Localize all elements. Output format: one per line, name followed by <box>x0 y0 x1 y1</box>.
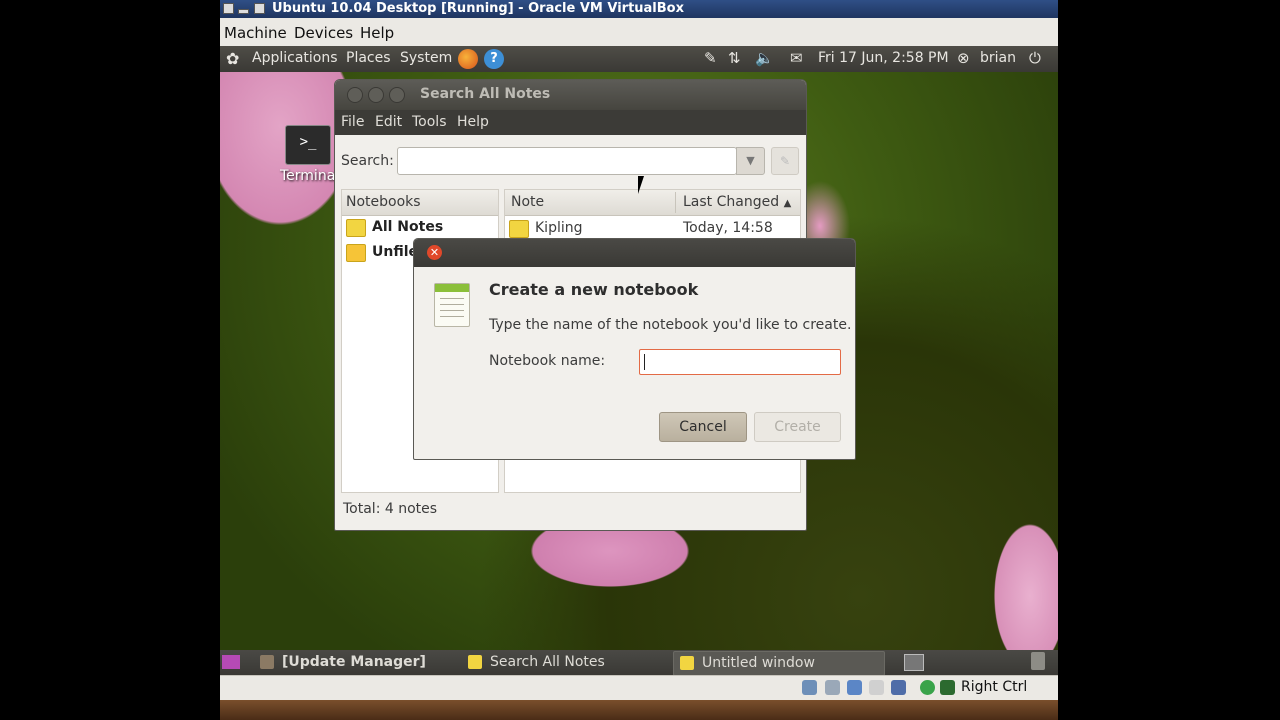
task-update-manager[interactable]: [Update Manager] <box>254 651 454 674</box>
notebook-name-label: Notebook name: <box>489 353 606 369</box>
network-icon[interactable]: ⇅ <box>728 49 741 67</box>
window-close-icon[interactable] <box>347 87 363 103</box>
vbox-menu-bar: Machine Devices Help <box>220 18 1058 47</box>
vbox-menu-devices[interactable]: Devices <box>294 24 353 42</box>
terminal-icon[interactable]: >_ <box>285 125 331 165</box>
trash-icon[interactable] <box>1031 652 1045 670</box>
task-label: [Update Manager] <box>282 654 426 670</box>
note-icon <box>509 220 529 238</box>
note-last-changed: Today, 14:58 <box>683 220 773 236</box>
help-icon[interactable]: ? <box>484 49 504 69</box>
show-desktop-icon[interactable] <box>222 655 240 669</box>
window-minimize-icon[interactable] <box>368 87 384 103</box>
top-panel: ✿ Applications Places System ? ✎ ⇅ 🔈 ✉ F… <box>220 46 1058 72</box>
usb-icon[interactable] <box>869 680 884 695</box>
window-title: Search All Notes <box>420 86 551 102</box>
notebook-icon <box>434 283 470 327</box>
menu-file[interactable]: File <box>341 114 364 130</box>
vbox-maximize-icon[interactable] <box>254 3 265 14</box>
menu-system[interactable]: System <box>400 50 452 66</box>
task-label: Search All Notes <box>490 654 605 670</box>
sort-ascending-icon: ▲ <box>783 198 792 209</box>
shared-folders-icon[interactable] <box>891 680 906 695</box>
user-name[interactable]: brian <box>980 50 1016 66</box>
menu-tools[interactable]: Tools <box>412 114 447 130</box>
vbox-title: Ubuntu 10.04 Desktop [Running] - Oracle … <box>272 1 684 16</box>
host-key-label: Right Ctrl <box>961 679 1028 695</box>
vbox-minimize-icon[interactable] <box>238 9 249 14</box>
status-icon[interactable]: ⊗ <box>957 49 970 67</box>
chevron-down-icon[interactable]: ▼ <box>736 147 765 175</box>
menu-applications[interactable]: Applications <box>252 50 338 66</box>
power-icon[interactable]: ⏻ <box>1029 49 1041 67</box>
optical-drive-icon[interactable] <box>825 680 840 695</box>
terminal-label[interactable]: Termina <box>280 168 335 184</box>
create-notebook-dialog: ✕ Create a new notebook Type the name of… <box>413 238 856 460</box>
ubuntu-logo-icon[interactable]: ✿ <box>226 49 239 68</box>
unfiled-notes-icon <box>346 244 366 262</box>
vbox-title-bar: Ubuntu 10.04 Desktop [Running] - Oracle … <box>220 0 1058 18</box>
column-separator <box>675 192 676 213</box>
keyboard-capture-icon[interactable] <box>940 680 955 695</box>
notes-list-header: Note Last Changed ▲ <box>505 190 800 216</box>
vbox-status-bar <box>220 675 1058 700</box>
notebooks-header-label: Notebooks <box>346 194 421 210</box>
mail-icon[interactable]: ✉ <box>790 49 803 67</box>
dialog-message: Type the name of the notebook you'd like… <box>489 317 852 333</box>
mouse-cursor-icon <box>638 176 644 194</box>
close-icon[interactable]: ✕ <box>427 245 442 260</box>
mouse-integration-icon[interactable] <box>920 680 935 695</box>
vbox-menu-help[interactable]: Help <box>360 24 394 42</box>
notes-total: Total: 4 notes <box>343 501 438 517</box>
notebook-icon <box>346 219 366 237</box>
notebook-label: Unfile <box>372 244 419 260</box>
window-menu-bar: File Edit Tools Help <box>335 110 806 135</box>
window-maximize-icon[interactable] <box>389 87 405 103</box>
notebook-name-input[interactable] <box>639 349 841 375</box>
last-changed-label: Last Changed <box>683 194 780 210</box>
create-button[interactable]: Create <box>754 412 841 442</box>
clear-search-button[interactable]: ✎ <box>771 147 799 175</box>
task-label: Untitled window <box>702 655 815 671</box>
search-label: Search: <box>341 153 394 169</box>
dialog-title-bar: ✕ <box>414 239 855 267</box>
update-manager-icon <box>260 655 274 669</box>
task-search-all-notes[interactable]: Search All Notes <box>462 651 662 674</box>
notebook-label: All Notes <box>372 219 444 235</box>
clock[interactable]: Fri 17 Jun, 2:58 PM <box>818 50 949 66</box>
bottom-panel: [Update Manager] Search All Notes Untitl… <box>220 650 1058 676</box>
search-input[interactable] <box>397 147 737 175</box>
network-adapter-icon[interactable] <box>847 680 862 695</box>
menu-help[interactable]: Help <box>457 114 489 130</box>
note-column-header[interactable]: Note <box>511 194 544 210</box>
cancel-button[interactable]: Cancel <box>659 412 747 442</box>
hard-disk-icon[interactable] <box>802 680 817 695</box>
menu-places[interactable]: Places <box>346 50 391 66</box>
host-desktop-strip <box>220 700 1058 720</box>
volume-icon[interactable]: 🔈 <box>755 49 774 67</box>
workspace-switcher-icon[interactable] <box>904 654 924 671</box>
notes-icon <box>680 656 694 670</box>
menu-edit[interactable]: Edit <box>375 114 402 130</box>
notes-applet-icon[interactable]: ✎ <box>704 49 717 67</box>
window-title-bar: Search All Notes <box>335 80 806 110</box>
notebooks-header[interactable]: Notebooks <box>342 190 498 216</box>
vbox-close-icon[interactable] <box>223 3 234 14</box>
dialog-heading: Create a new notebook <box>489 280 699 299</box>
vbox-menu-machine[interactable]: Machine <box>224 24 287 42</box>
notes-icon <box>468 655 482 669</box>
text-caret <box>644 354 645 370</box>
note-title: Kipling <box>535 220 583 236</box>
task-untitled-window[interactable]: Untitled window <box>673 651 885 676</box>
last-changed-column-header[interactable]: Last Changed ▲ <box>683 194 791 210</box>
firefox-icon[interactable] <box>458 49 478 69</box>
